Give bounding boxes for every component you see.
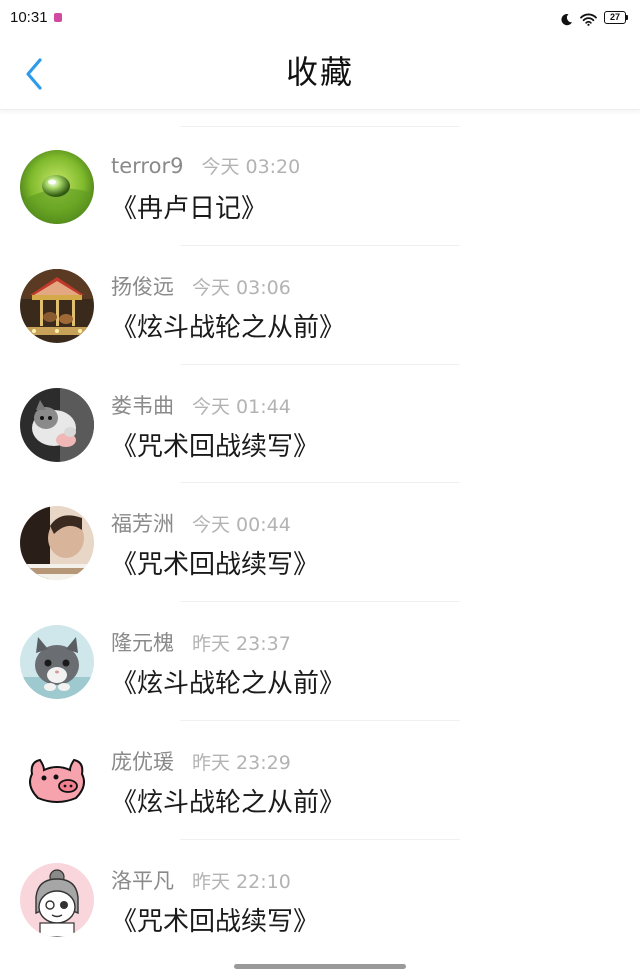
status-left: 10:31 bbox=[10, 9, 62, 26]
favorite-title[interactable]: 《咒术回战续写》 bbox=[111, 426, 319, 463]
do-not-disturb-moon-icon bbox=[560, 11, 573, 25]
avatar[interactable] bbox=[20, 625, 94, 700]
timestamp: 今天 01:44 bbox=[192, 395, 291, 418]
divider bbox=[180, 719, 460, 721]
divider bbox=[180, 244, 460, 246]
timestamp: 今天 03:20 bbox=[201, 156, 301, 178]
item-meta: 娄韦曲 今天 01:44 bbox=[111, 390, 291, 420]
notification-app-icon bbox=[53, 12, 62, 22]
favorite-title[interactable]: 《炫斗战轮之从前》 bbox=[111, 782, 345, 819]
status-right: 27 bbox=[560, 10, 628, 26]
item-meta: 洛平凡 昨天 22:10 bbox=[111, 865, 291, 895]
list-item[interactable]: terror9 今天 03:20 《冉卢日记》 bbox=[0, 126, 640, 245]
list-item[interactable]: 洛平凡 昨天 22:10 《咒术回战续写》 bbox=[0, 838, 640, 958]
divider bbox=[180, 838, 460, 840]
list-item[interactable]: 庞优瑗 昨天 23:29 《炫斗战轮之从前》 bbox=[0, 719, 640, 839]
username[interactable]: 娄韦曲 bbox=[111, 390, 174, 420]
avatar[interactable] bbox=[20, 506, 94, 581]
divider bbox=[180, 601, 460, 603]
item-meta: 庞优瑗 昨天 23:29 bbox=[111, 746, 291, 776]
username[interactable]: 洛平凡 bbox=[111, 865, 174, 895]
avatar[interactable] bbox=[20, 150, 94, 224]
wifi-icon bbox=[580, 11, 597, 26]
favorite-title[interactable]: 《咒术回战续写》 bbox=[111, 544, 319, 581]
water-drop-avatar-image bbox=[20, 150, 94, 224]
list-item[interactable]: 娄韦曲 今天 01:44 《咒术回战续写》 bbox=[0, 363, 640, 483]
battery-tip bbox=[626, 14, 628, 20]
username[interactable]: 隆元槐 bbox=[111, 627, 174, 657]
username[interactable]: 庞优瑗 bbox=[111, 746, 174, 776]
favorites-list: terror9 今天 03:20 《冉卢日记》 扬俊远 今天 03:06 《炫斗… bbox=[0, 126, 640, 958]
timestamp: 昨天 23:29 bbox=[192, 751, 291, 774]
status-bar: 10:31 27 bbox=[0, 0, 640, 34]
item-meta: 隆元槐 昨天 23:37 bbox=[111, 627, 291, 657]
divider bbox=[180, 363, 460, 365]
status-time: 10:31 bbox=[10, 8, 48, 26]
pig-cartoon-avatar-image bbox=[20, 743, 94, 818]
avatar[interactable] bbox=[20, 268, 94, 343]
item-meta: 扬俊远 今天 03:06 bbox=[111, 271, 291, 301]
girl-cartoon-avatar-image bbox=[20, 862, 94, 937]
username[interactable]: 扬俊远 bbox=[111, 271, 174, 301]
favorite-title[interactable]: 《炫斗战轮之从前》 bbox=[111, 307, 345, 344]
avatar[interactable] bbox=[20, 862, 94, 937]
grey-cat-avatar-image bbox=[20, 625, 94, 700]
timestamp: 昨天 23:37 bbox=[192, 633, 291, 656]
item-meta: 福芳洲 今天 00:44 bbox=[111, 508, 291, 538]
avatar[interactable] bbox=[20, 387, 94, 462]
username[interactable]: 福芳洲 bbox=[111, 508, 174, 538]
divider bbox=[180, 126, 460, 127]
home-indicator[interactable] bbox=[234, 964, 406, 969]
favorite-title[interactable]: 《冉卢日记》 bbox=[111, 188, 267, 225]
timestamp: 今天 00:44 bbox=[192, 514, 291, 537]
item-meta: terror9 今天 03:20 bbox=[111, 152, 300, 182]
divider bbox=[180, 482, 460, 484]
favorite-title[interactable]: 《咒术回战续写》 bbox=[111, 901, 319, 938]
battery-icon: 27 bbox=[604, 10, 628, 24]
carousel-avatar-image bbox=[20, 268, 94, 343]
avatar[interactable] bbox=[20, 743, 94, 818]
kitten-avatar-image bbox=[20, 387, 94, 462]
favorite-title[interactable]: 《炫斗战轮之从前》 bbox=[111, 663, 345, 700]
battery-level: 27 bbox=[604, 10, 626, 24]
username[interactable]: terror9 bbox=[111, 154, 183, 178]
header: 收藏 bbox=[0, 34, 640, 110]
person-photo-avatar-image bbox=[20, 506, 94, 581]
list-item[interactable]: 隆元槐 昨天 23:37 《炫斗战轮之从前》 bbox=[0, 601, 640, 720]
page-title: 收藏 bbox=[285, 53, 354, 91]
timestamp: 昨天 22:10 bbox=[192, 870, 291, 893]
list-item[interactable]: 福芳洲 今天 00:44 《咒术回战续写》 bbox=[0, 482, 640, 601]
timestamp: 今天 03:06 bbox=[192, 276, 291, 299]
list-item[interactable]: 扬俊远 今天 03:06 《炫斗战轮之从前》 bbox=[0, 244, 640, 364]
